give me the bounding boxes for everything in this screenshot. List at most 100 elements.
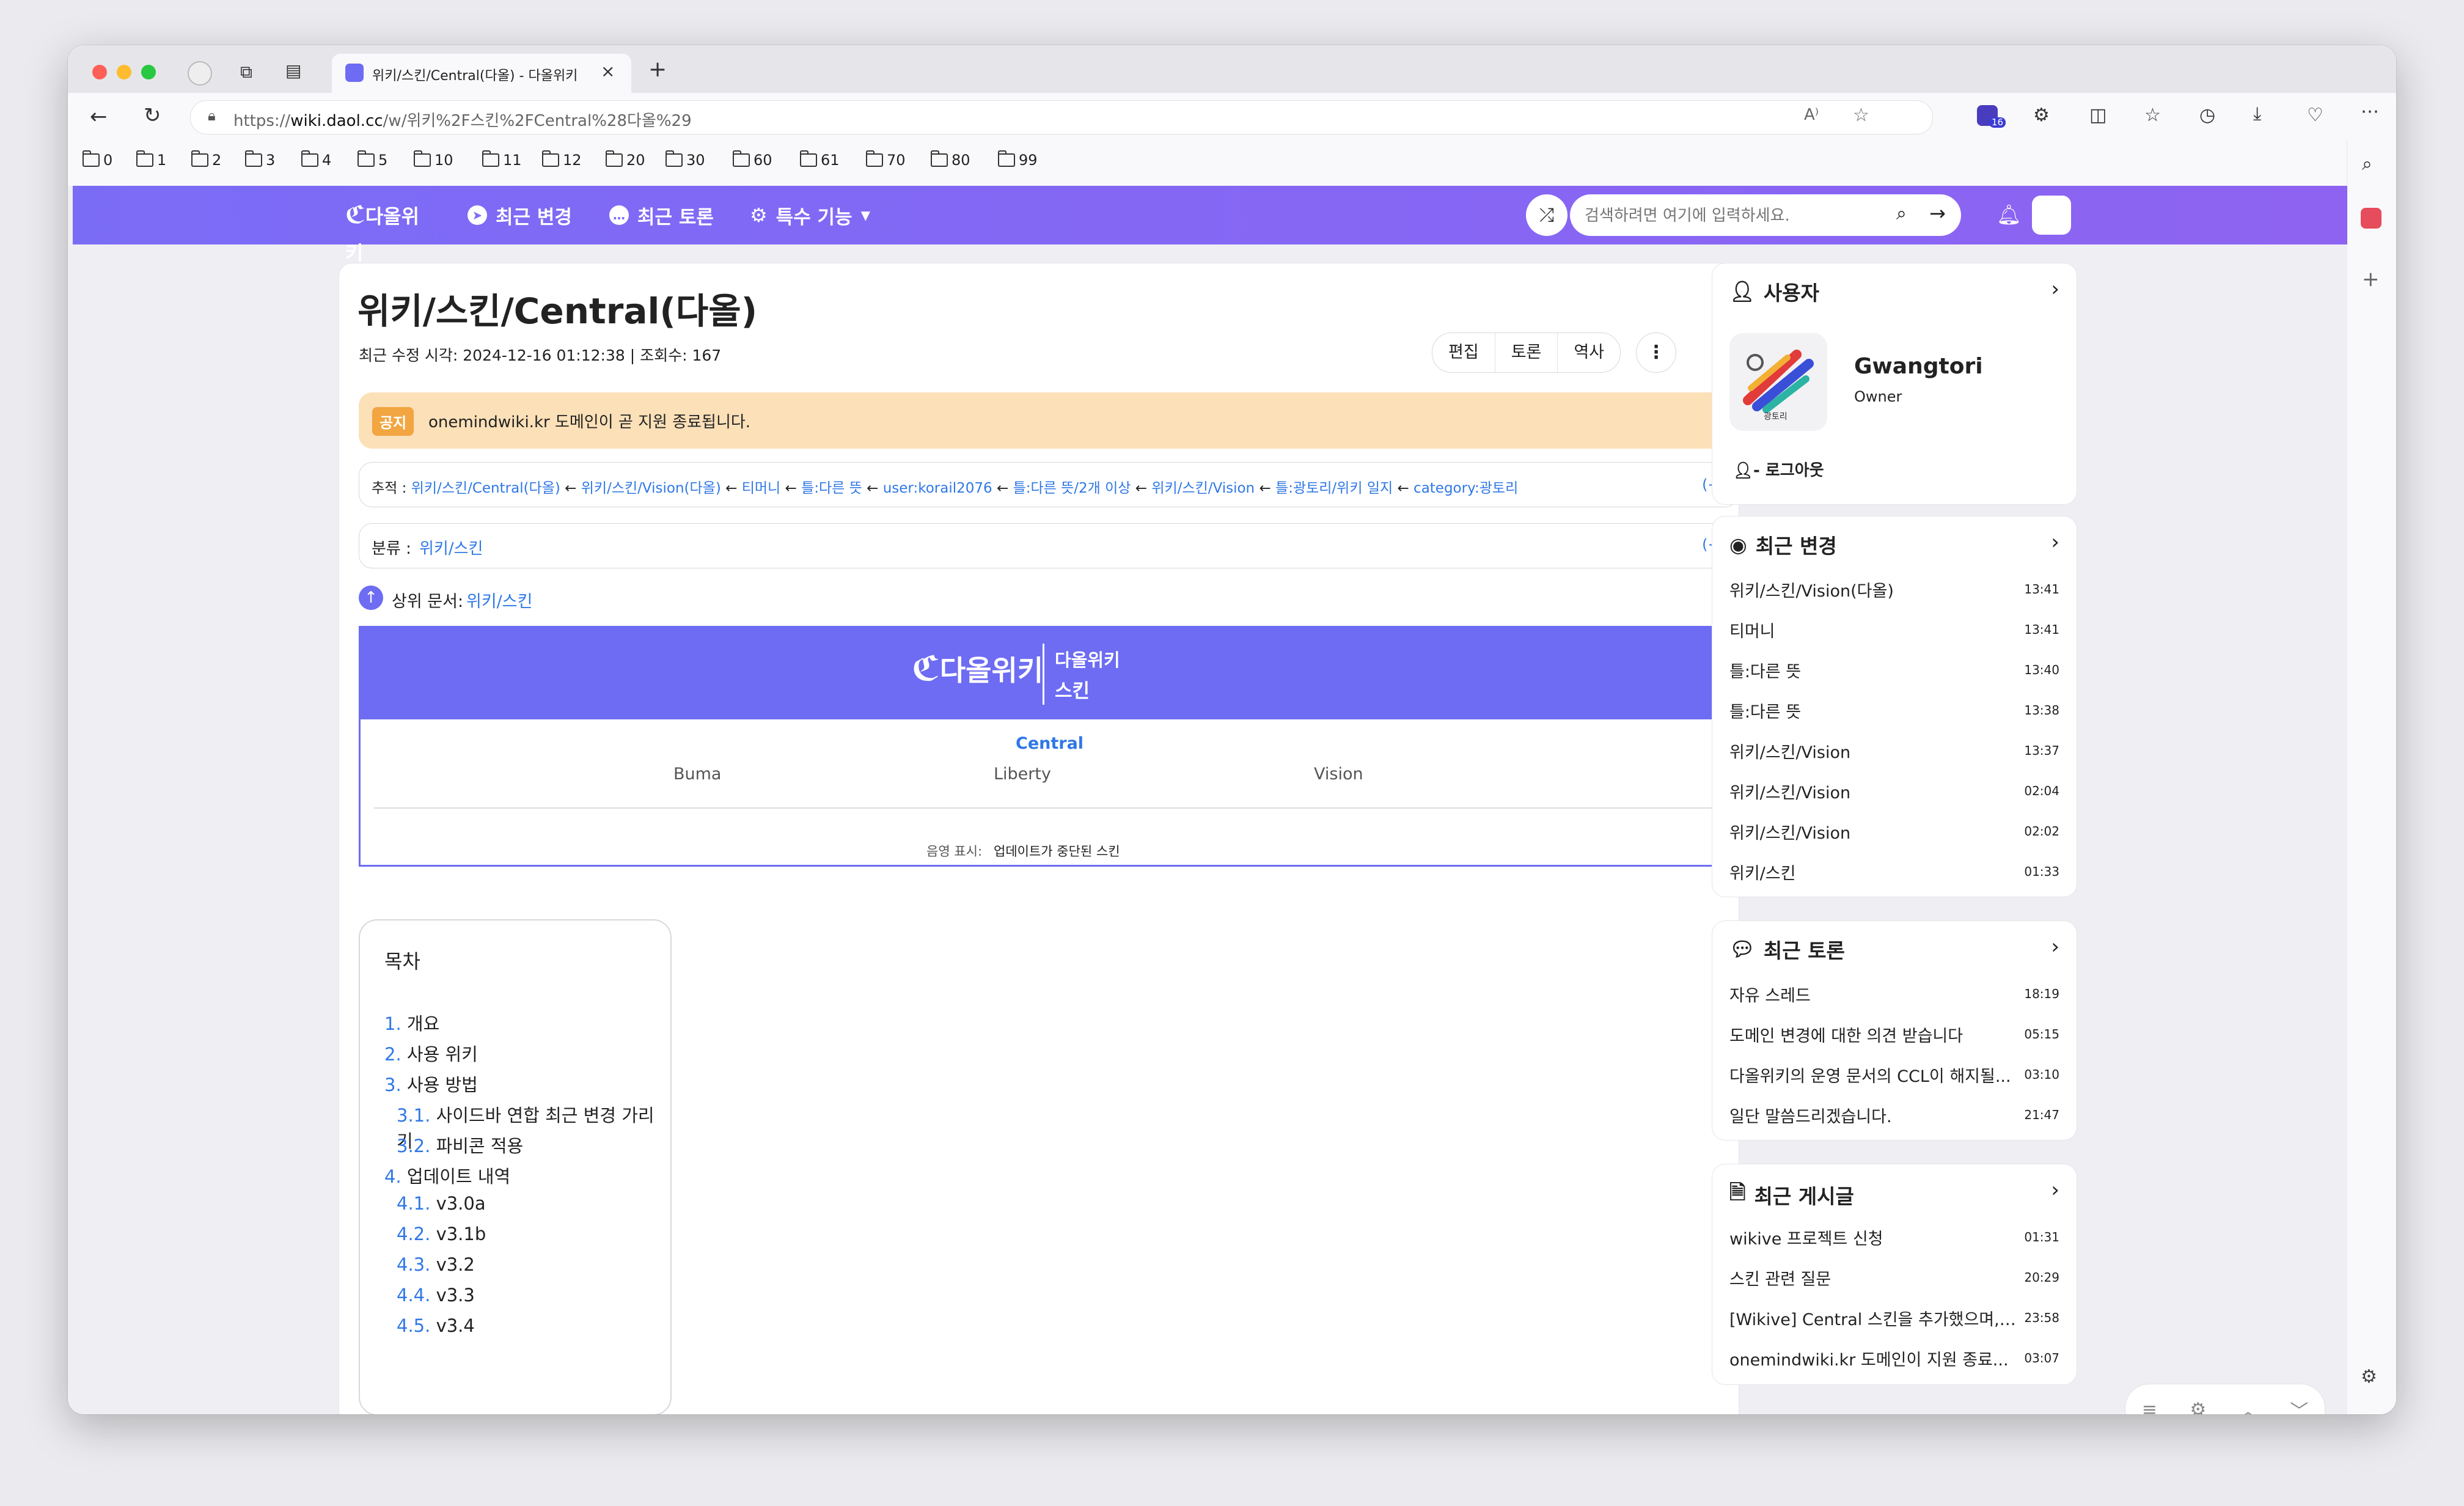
site-logo[interactable]: ℭ다올위키 (345, 197, 437, 265)
bookmark-folder[interactable]: 2 (191, 150, 221, 169)
recent-posts-chevron-icon[interactable]: › (2051, 1178, 2059, 1202)
toc-item-number[interactable]: 4.5. (397, 1315, 430, 1336)
trail-link[interactable]: user:korail2076 (883, 480, 992, 496)
workspaces-icon[interactable]: ⧉ (240, 64, 252, 81)
bookmark-folder[interactable]: 80 (930, 150, 970, 169)
toc-item-number[interactable]: 3.2. (397, 1136, 430, 1156)
list-item[interactable]: 위키/스킨/Vision 02:02 (1729, 811, 2059, 851)
infobox-current-skin[interactable]: Central (1016, 734, 1084, 753)
list-item[interactable]: 틀:다른 뜻 13:40 (1729, 650, 2059, 690)
toc-item-number[interactable]: 4.1. (397, 1193, 430, 1214)
vertical-tabs-icon[interactable]: ▤ (285, 62, 301, 79)
extensions-puzzle-icon[interactable]: ⚙ (2033, 106, 2050, 125)
trail-link[interactable]: 틀:다른 뜻/2개 이상 (1013, 480, 1131, 496)
address-bar[interactable]: 🔒︎ https://wiki.daol.cc/w/위키%2F스킨%2FCent… (190, 100, 1933, 134)
list-item[interactable]: 위키/스킨 01:33 (1729, 851, 2059, 892)
new-tab-button[interactable]: + (648, 59, 667, 81)
go-arrow-icon[interactable]: → (1929, 202, 1946, 225)
tab-active[interactable]: 위키/스킨/Central(다올) - 다올위키 × (332, 54, 631, 93)
scroll-up-icon[interactable]: ︿ (2239, 1396, 2257, 1414)
list-item[interactable]: 다올위키의 운영 문서의 CCL이 해지될... 03:10 (1729, 1054, 2059, 1095)
bookmark-folder[interactable]: 11 (482, 150, 522, 169)
trail-link[interactable]: 위키/스킨/Central(다올) (411, 480, 560, 496)
list-item[interactable]: 일단 말씀드리겠습니다. 21:47 (1729, 1095, 2059, 1135)
list-item[interactable]: 도메인 변경에 대한 의견 받습니다 05:15 (1729, 1014, 2059, 1054)
toc-item[interactable]: 4.3. v3.2 (397, 1254, 475, 1275)
toc-item[interactable]: 3.2. 파비콘 적용 (397, 1132, 523, 1158)
toc-item[interactable]: 4.1. v3.0a (397, 1193, 486, 1214)
toc-toggle-icon[interactable]: ≡ (2142, 1399, 2157, 1415)
list-item[interactable]: 틀:다른 뜻 13:38 (1729, 690, 2059, 730)
toc-item[interactable]: 4.4. v3.3 (397, 1285, 475, 1306)
bookmark-folder[interactable]: 60 (732, 150, 772, 169)
favorite-star-icon[interactable]: ☆ (1853, 105, 1869, 126)
bookmark-folder[interactable]: 61 (799, 150, 840, 169)
music-app-icon[interactable] (2361, 208, 2382, 229)
parent-link[interactable]: 위키/스킨 (466, 588, 532, 612)
notifications-bell-icon[interactable]: 🔔︎ (1997, 203, 2022, 226)
profile-icon[interactable] (188, 61, 212, 86)
discussion-button[interactable]: 토론 (1495, 333, 1558, 372)
user-panel-chevron-icon[interactable]: › (2051, 277, 2059, 301)
browser-essentials-icon[interactable]: ♡ (2307, 106, 2323, 125)
list-item[interactable]: 위키/스킨/Vision(다올) 13:41 (1729, 569, 2059, 609)
bookmark-folder[interactable]: 12 (541, 150, 582, 169)
trail-link[interactable]: 틀:광토리/위키 일지 (1275, 480, 1393, 496)
more-actions-icon[interactable]: ⋮ (1636, 332, 1676, 373)
infobox-skin-liberty[interactable]: Liberty (994, 765, 1051, 784)
bookmark-folder[interactable]: 4 (301, 150, 331, 169)
list-item[interactable]: [Wikive] Central 스킨을 추가했으며, ... 23:58 (1729, 1298, 2059, 1338)
toc-item-number[interactable]: 3.1. (397, 1105, 430, 1126)
bookmark-folder[interactable]: 99 (997, 150, 1038, 169)
favorites-icon[interactable]: ☆ (2144, 106, 2161, 125)
trail-link[interactable]: 틀:다른 뜻 (801, 480, 862, 496)
search-icon[interactable]: ⌕ (1896, 203, 1907, 224)
toc-item-number[interactable]: 4.2. (397, 1224, 430, 1244)
user-avatar-button[interactable] (2032, 196, 2071, 235)
logout-button[interactable]: 👤︎- 로그아웃 (1733, 458, 1824, 480)
close-window-button[interactable] (92, 65, 107, 79)
history-button[interactable]: 역사 (1558, 333, 1620, 372)
bookmark-folder[interactable]: 1 (136, 150, 166, 169)
bookmark-folder[interactable]: 0 (82, 150, 112, 169)
random-page-button[interactable]: ⤮ (1526, 194, 1568, 236)
toc-item[interactable]: 4.5. v3.4 (397, 1315, 475, 1336)
back-icon[interactable]: ← (90, 106, 108, 127)
bookmark-folder[interactable]: 20 (605, 150, 645, 169)
toc-item[interactable]: 2. 사용 위키 (384, 1040, 478, 1066)
bookmark-folder[interactable]: 3 (244, 150, 275, 169)
list-item[interactable]: 자유 스레드 18:19 (1729, 974, 2059, 1014)
toc-item[interactable]: 3. 사용 방법 (384, 1071, 478, 1096)
downloads-icon[interactable]: ⤓ (2253, 105, 2261, 123)
infobox-skin-buma[interactable]: Buma (673, 765, 721, 784)
more-menu-icon[interactable]: ⋯ (2361, 103, 2379, 121)
toc-item[interactable]: 1. 개요 (384, 1010, 439, 1035)
history-icon[interactable]: ◷ (2199, 106, 2215, 125)
split-screen-icon[interactable]: ◫ (2089, 106, 2106, 125)
list-item[interactable]: wikive 프로젝트 신청 01:31 (1729, 1217, 2059, 1257)
trail-link[interactable]: 위키/스킨/Vision(다올) (581, 480, 721, 496)
nav-recent-discussions[interactable]: … 최근 토론 (609, 186, 714, 244)
bookmark-folder[interactable]: 10 (413, 150, 453, 169)
bookmark-folder[interactable]: 30 (665, 150, 705, 169)
reload-icon[interactable]: ↻ (144, 105, 161, 126)
sidebar-settings-icon[interactable]: ⚙ (2361, 1368, 2377, 1386)
extension-icon[interactable]: 16 (1977, 105, 2006, 128)
toc-item-number[interactable]: 3. (384, 1074, 402, 1095)
list-item[interactable]: 위키/스킨/Vision 13:37 (1729, 730, 2059, 771)
list-item[interactable]: 티머니 13:41 (1729, 609, 2059, 650)
toc-item-number[interactable]: 1. (384, 1013, 402, 1034)
list-item[interactable]: onemindwiki.kr 도메인이 지원 종료... 03:07 (1729, 1338, 2059, 1378)
category-link[interactable]: 위키/스킨 (419, 536, 483, 559)
settings-gear-icon[interactable]: ⚙ (2190, 1399, 2206, 1415)
toc-item-number[interactable]: 4. (384, 1166, 402, 1187)
bookmark-folder[interactable]: 70 (865, 150, 906, 169)
close-tab-icon[interactable]: × (601, 61, 615, 81)
toc-item-number[interactable]: 4.4. (397, 1285, 430, 1306)
list-item[interactable]: 위키/스킨/Vision 02:04 (1729, 771, 2059, 811)
nav-recent-changes[interactable]: ➤ 최근 변경 (468, 186, 572, 244)
nav-special-functions[interactable]: ⚙ 특수 기능 ▼ (750, 186, 870, 244)
scroll-down-icon[interactable]: ﹀ (2290, 1396, 2308, 1414)
wiki-search-input[interactable] (1583, 203, 1879, 229)
list-item[interactable]: 스킨 관련 질문 20:29 (1729, 1257, 2059, 1298)
